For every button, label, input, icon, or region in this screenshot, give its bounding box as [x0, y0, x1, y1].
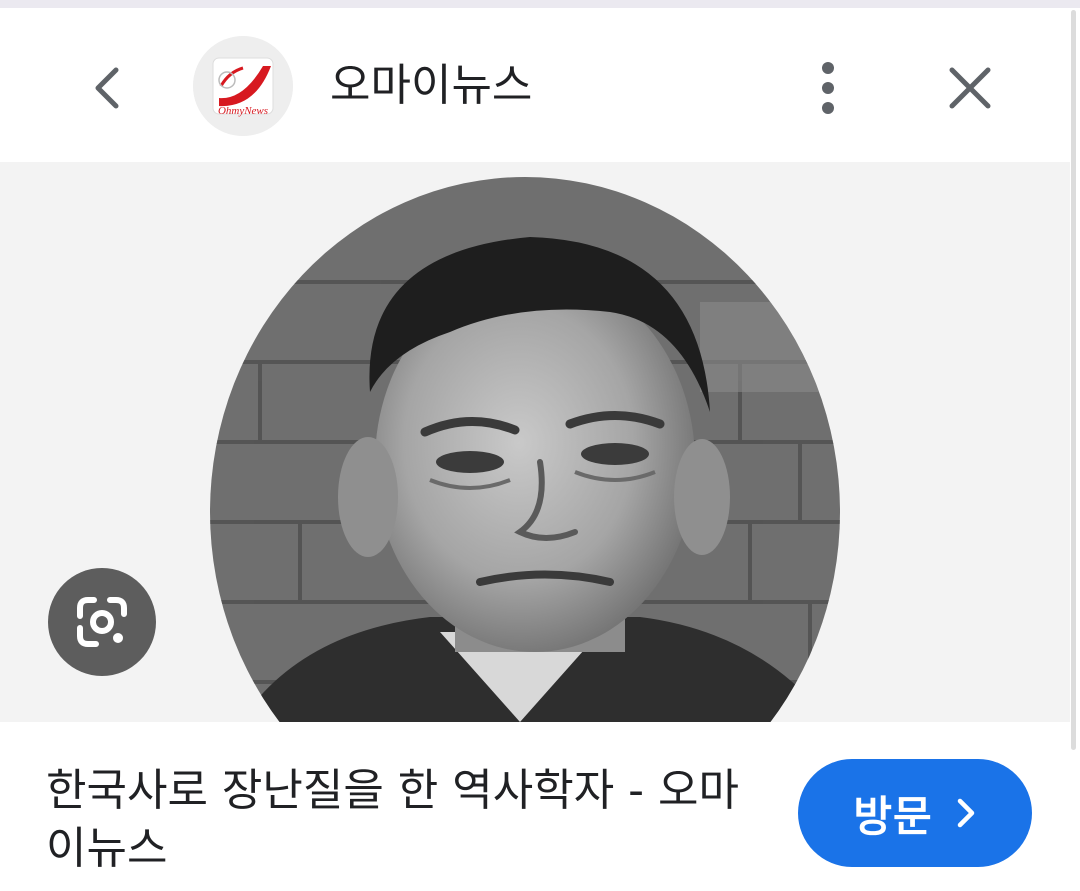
google-lens-button[interactable]	[48, 568, 156, 676]
visit-label: 방문	[853, 791, 933, 841]
more-vert-icon	[822, 62, 834, 114]
chevron-left-icon	[95, 67, 119, 109]
back-button[interactable]	[78, 58, 138, 118]
site-logo: OhmyNews	[193, 36, 293, 136]
site-name: 오마이뉴스	[330, 60, 533, 111]
close-icon	[949, 67, 991, 109]
portrait-photo	[0, 162, 1070, 722]
scrollbar[interactable]	[1071, 10, 1076, 750]
more-options-button[interactable]	[798, 56, 858, 120]
google-lens-icon	[77, 597, 127, 647]
result-title[interactable]: 한국사로 장난질을 한 역사학자 - 오마이뉴스	[46, 762, 766, 878]
chevron-right-icon	[955, 797, 977, 829]
header-bar: OhmyNews 오마이뉴스	[0, 8, 1070, 162]
close-button[interactable]	[938, 56, 1002, 120]
top-border	[0, 0, 1080, 8]
logo-text: OhmyNews	[218, 105, 268, 117]
visit-button[interactable]: 방문	[798, 759, 1032, 867]
image-preview[interactable]	[0, 162, 1070, 722]
